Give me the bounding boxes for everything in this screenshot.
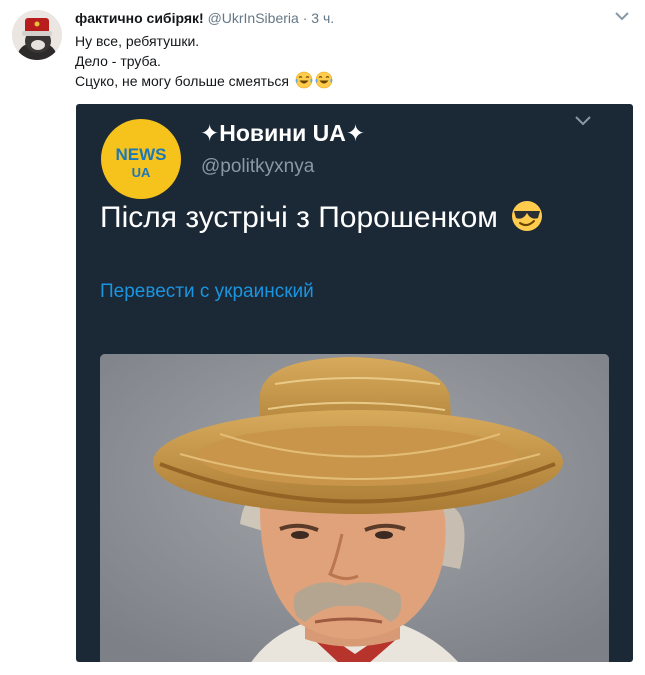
logo-text-top: NEWS xyxy=(116,145,167,164)
tweet-line: Дело - труба. xyxy=(75,53,161,69)
embedded-chevron-down-icon xyxy=(575,116,591,126)
cat-in-hat-avatar-icon xyxy=(12,10,62,60)
face-with-tears-of-joy-icon xyxy=(295,71,313,89)
face-with-tears-of-joy-icon xyxy=(315,71,333,89)
chevron-down-icon[interactable] xyxy=(612,8,632,24)
logo-text-bottom: UA xyxy=(132,165,151,180)
embedded-text: Після зустрічі з Порошенком xyxy=(100,201,498,234)
news-ua-logo: NEWS UA xyxy=(101,119,181,199)
tweet-text: Ну все, ребятушки. Дело - труба. Сцуко, … xyxy=(75,31,333,91)
man-in-straw-hat-image xyxy=(100,354,609,662)
author-name[interactable]: фактично сибіряк! xyxy=(75,10,204,26)
tweet-line: Ну все, ребятушки. xyxy=(75,33,200,49)
author-handle[interactable]: @UkrInSiberia xyxy=(208,10,299,26)
translate-link: Перевести с украинский xyxy=(100,281,314,302)
tweet-header: фактично сибіряк! @UkrInSiberia · 3 ч. xyxy=(75,9,334,27)
man-in-straw-hat-photo xyxy=(100,354,609,662)
header-separator: · xyxy=(302,10,308,26)
user-avatar[interactable] xyxy=(12,10,62,60)
smiling-face-with-sunglasses-icon xyxy=(512,201,543,231)
tweet-line: Сцуко, не могу больше смеяться xyxy=(75,73,289,89)
tweet-media-image[interactable]: NEWS UA ✦Новини UA✦ @politkyxnya Після з… xyxy=(76,104,633,662)
embedded-display-name: ✦Новини UA✦ xyxy=(200,120,366,146)
tweet-timestamp[interactable]: 3 ч. xyxy=(311,10,334,26)
embedded-tweet-text: Після зустрічі з Порошенком xyxy=(100,199,544,235)
embedded-handle: @politkyxnya xyxy=(201,156,315,177)
